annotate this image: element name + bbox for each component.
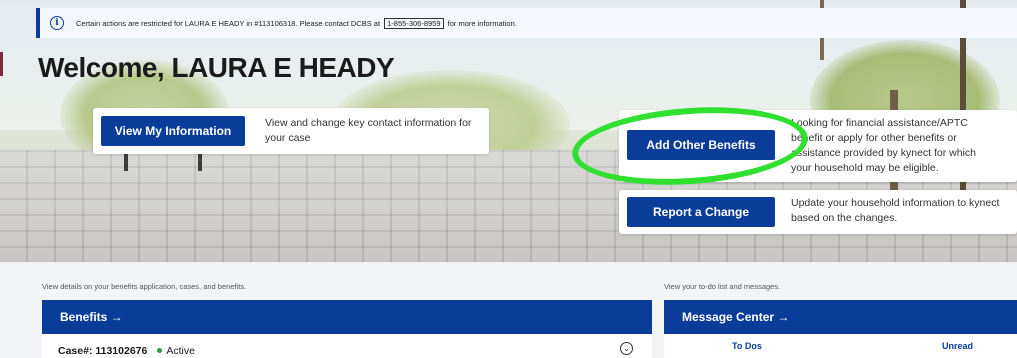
benefits-caption: View details on your benefits applicatio… <box>42 282 247 291</box>
add-benefits-description: Looking for financial assistance/APTC be… <box>791 117 977 174</box>
message-center-header[interactable]: Message Center → <box>664 300 1017 334</box>
benefits-header[interactable]: Benefits → <box>42 300 652 334</box>
banner-text-before: Certain actions are restricted for LAURA… <box>76 18 381 28</box>
tab-unread[interactable]: Unread <box>942 341 973 351</box>
banner-text: Certain actions are restricted for LAURA… <box>76 17 517 29</box>
restriction-banner: i Certain actions are restricted for LAU… <box>36 8 1017 38</box>
chevron-down-icon[interactable]: ⌄ <box>620 342 633 355</box>
view-my-information-button[interactable]: View My Information <box>101 116 245 146</box>
view-info-description: View and change key contact information … <box>265 117 472 144</box>
case-row: Case#: 113102676 Active <box>58 345 195 357</box>
report-change-card: Report a Change Update your household in… <box>619 190 1017 234</box>
case-status: Active <box>166 345 195 357</box>
case-number: Case#: 113102676 <box>58 345 148 357</box>
report-change-description: Update your household information to kyn… <box>791 197 1000 224</box>
tab-to-dos[interactable]: To Dos <box>732 341 762 351</box>
status-dot <box>157 348 163 354</box>
page-title: Welcome, LAURA E HEADY <box>38 52 395 83</box>
messages-caption: View your to-do list and messages. <box>664 282 781 291</box>
side-marker <box>0 52 3 76</box>
info-icon: i <box>50 16 64 30</box>
banner-text-after: for more information. <box>447 18 517 28</box>
view-info-card: View My Information View and change key … <box>93 108 489 154</box>
banner-phone[interactable]: 1-855-306-8959 <box>384 17 444 29</box>
report-a-change-button[interactable]: Report a Change <box>627 197 775 227</box>
